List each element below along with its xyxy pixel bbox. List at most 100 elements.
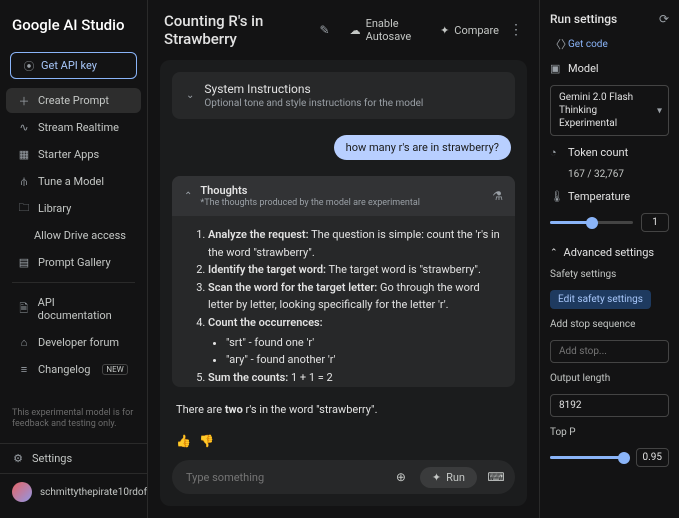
nav-label: Developer forum <box>38 336 119 349</box>
prompt-input[interactable] <box>186 471 382 484</box>
username: schmittythepirate10rdoft... <box>40 487 147 498</box>
chevron-down-icon: ⌄ <box>186 90 194 101</box>
keyboard-icon[interactable]: ⌨ <box>485 466 507 488</box>
forum-icon: ⌂ <box>18 337 30 349</box>
run-label: Run <box>446 471 465 484</box>
nav-label: Changelog <box>38 363 90 376</box>
model-value: Gemini 2.0 Flash Thinking Experimental <box>559 92 633 129</box>
thoughts-subtitle: *The thoughts produced by the model are … <box>200 198 420 208</box>
system-instructions-panel[interactable]: ⌄ System Instructions Optional tone and … <box>172 72 515 119</box>
topp-label: Top P <box>550 427 669 438</box>
nav-library[interactable]: 🗀 Library <box>6 196 141 221</box>
edit-title-icon[interactable]: ✎ <box>320 23 330 37</box>
logo: Google AI Studio <box>0 8 147 42</box>
nav-api-docs[interactable]: 🗎 API documentation <box>6 290 141 328</box>
nav-label: Stream Realtime <box>38 121 119 134</box>
stop-seq-label: Add stop sequence <box>550 319 669 330</box>
chat-area: ⌄ System Instructions Optional tone and … <box>160 60 527 506</box>
more-menu-icon[interactable]: ⋮ <box>509 22 523 38</box>
edit-safety-button[interactable]: Edit safety settings <box>550 290 651 309</box>
main-panel: Counting R's in Strawberry ✎ ☁ Enable Au… <box>148 0 539 518</box>
page-title: Counting R's in Strawberry <box>164 12 310 48</box>
nav-create-prompt[interactable]: ＋ Create Prompt <box>6 88 141 113</box>
adv-label: Advanced settings <box>564 246 655 259</box>
nav-tune-model[interactable]: ⫛ Tune a Model <box>6 169 141 194</box>
nav-allow-drive[interactable]: Allow Drive access <box>6 223 141 248</box>
temperature-label: Temperature <box>568 190 630 203</box>
nav-starter-apps[interactable]: ▦ Starter Apps <box>6 142 141 167</box>
nav-changelog[interactable]: ≡ Changelog NEW <box>6 357 141 382</box>
gallery-icon: ▤ <box>18 257 30 269</box>
compare-button[interactable]: ✦ Compare <box>440 24 499 37</box>
token-label: Token count <box>568 146 628 159</box>
topp-slider[interactable] <box>550 456 628 459</box>
compare-label: Compare <box>454 24 499 37</box>
nav-label: Prompt Gallery <box>38 256 111 269</box>
nav-label: Create Prompt <box>38 94 109 107</box>
run-button[interactable]: ✦ Run <box>420 467 477 488</box>
get-code-link[interactable]: 〈〉 Get code <box>550 36 669 52</box>
thumbs-down-icon[interactable]: 👎 <box>199 434 214 448</box>
avatar <box>12 482 32 502</box>
refresh-icon[interactable]: ⟳ <box>659 12 669 26</box>
user-account[interactable]: schmittythepirate10rdoft... <box>0 473 147 510</box>
get-code-label: Get code <box>568 39 608 50</box>
compare-icon: ✦ <box>440 24 449 37</box>
sysinst-subtitle: Optional tone and style instructions for… <box>204 98 423 109</box>
topp-value[interactable]: 0.95 <box>636 448 670 467</box>
thumbs-up-icon[interactable]: 👍 <box>176 434 191 448</box>
nav-settings[interactable]: ⚙ Settings <box>0 443 147 473</box>
thoughts-panel: ⌃ Thoughts *The thoughts produced by the… <box>172 176 515 387</box>
enable-autosave-button[interactable]: ☁ Enable Autosave <box>350 17 431 43</box>
nav-label: Library <box>38 202 71 215</box>
get-api-key-button[interactable]: ⦿ Get API key <box>10 52 137 79</box>
key-icon: ⦿ <box>23 60 35 72</box>
run-settings-panel: Run settings ⟳ 〈〉 Get code ▣ Model Gemin… <box>539 0 679 518</box>
thoughts-header[interactable]: ⌃ Thoughts *The thoughts produced by the… <box>172 176 515 216</box>
nav-label: Starter Apps <box>38 148 99 161</box>
thoughts-title: Thoughts <box>200 184 420 197</box>
sidebar: Google AI Studio ⦿ Get API key ＋ Create … <box>0 0 148 518</box>
output-length-label: Output length <box>550 373 669 384</box>
settings-label: Settings <box>32 452 72 465</box>
autosave-label: Enable Autosave <box>366 17 431 43</box>
token-icon: ◔ <box>550 146 562 159</box>
nav-prompt-gallery[interactable]: ▤ Prompt Gallery <box>6 250 141 275</box>
model-select[interactable]: Gemini 2.0 Flash Thinking Experimental <box>550 85 669 136</box>
divider <box>12 282 135 283</box>
doc-icon: 🗎 <box>18 303 30 315</box>
temperature-value[interactable]: 1 <box>641 213 669 232</box>
nav-label: Tune a Model <box>38 175 104 188</box>
token-value: 167 / 32,767 <box>550 169 669 180</box>
safety-label: Safety settings <box>550 269 669 280</box>
chevron-up-icon: ⌃ <box>550 248 558 258</box>
tune-icon: ⫛ <box>18 176 30 188</box>
output-length-input[interactable] <box>550 394 669 417</box>
thoughts-body: Analyze the request: The question is sim… <box>172 216 515 387</box>
sysinst-title: System Instructions <box>204 82 423 96</box>
nav-label: API documentation <box>38 296 129 322</box>
gear-icon: ⚙ <box>12 453 24 465</box>
temperature-slider[interactable] <box>550 221 633 224</box>
changelog-icon: ≡ <box>18 364 30 376</box>
model-label: Model <box>568 62 599 75</box>
advanced-settings-toggle[interactable]: ⌃ Advanced settings <box>550 246 669 259</box>
wave-icon: ∿ <box>18 122 30 134</box>
library-icon: 🗀 <box>18 203 30 215</box>
stop-sequence-input[interactable] <box>550 340 669 363</box>
api-key-label: Get API key <box>41 59 97 72</box>
nav-stream-realtime[interactable]: ∿ Stream Realtime <box>6 115 141 140</box>
experimental-note: This experimental model is for feedback … <box>0 402 147 437</box>
add-attachment-icon[interactable]: ⊕ <box>390 466 412 488</box>
new-badge: NEW <box>102 364 127 375</box>
header: Counting R's in Strawberry ✎ ☁ Enable Au… <box>148 0 539 60</box>
chevron-up-icon: ⌃ <box>184 191 192 202</box>
cloud-icon: ☁ <box>350 24 361 37</box>
model-icon: ▣ <box>550 62 562 75</box>
code-icon: 〈〉 <box>550 36 562 52</box>
plus-icon: ＋ <box>18 95 30 107</box>
run-settings-title: Run settings <box>550 12 617 26</box>
temp-icon: 🌡 <box>550 190 562 203</box>
prompt-input-bar: ⊕ ✦ Run ⌨ <box>172 460 515 494</box>
nav-dev-forum[interactable]: ⌂ Developer forum <box>6 330 141 355</box>
